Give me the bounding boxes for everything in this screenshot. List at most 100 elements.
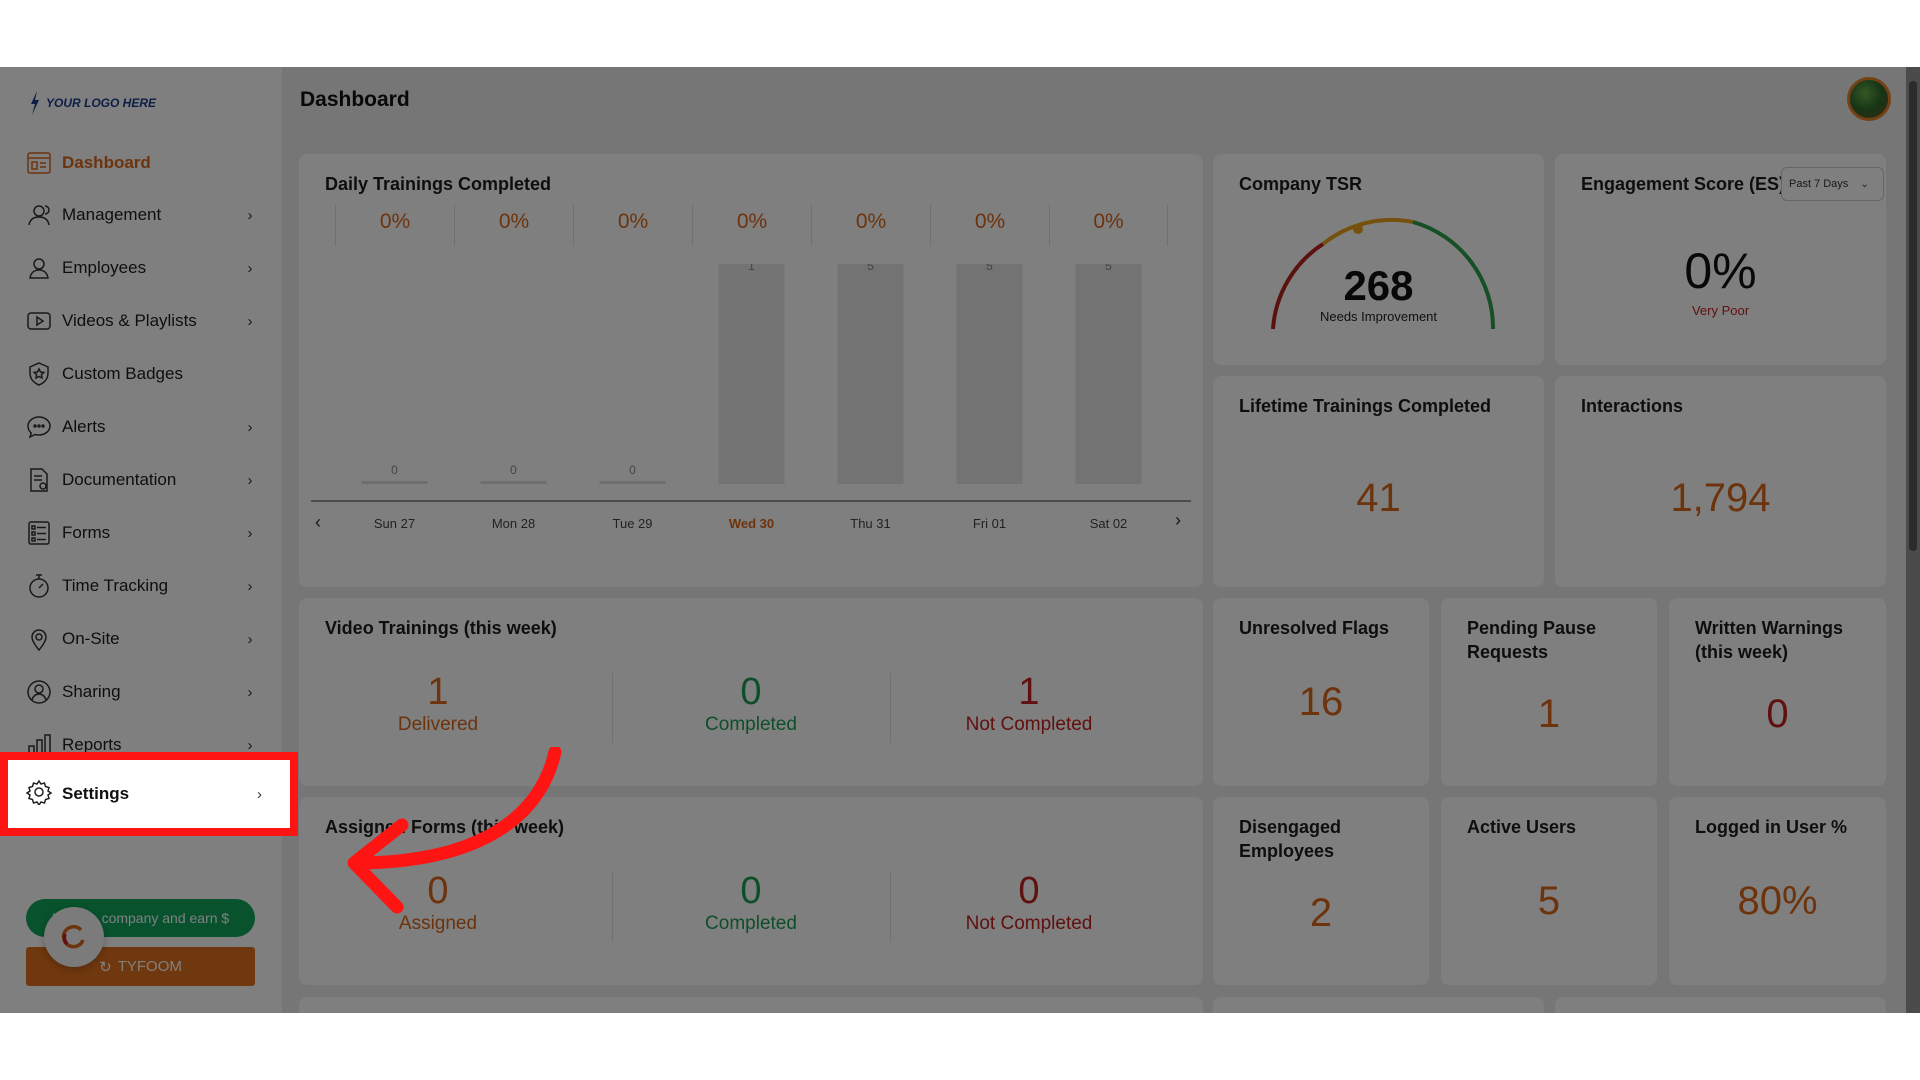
- date-range-select[interactable]: Past 7 Days ⌄: [1781, 167, 1884, 201]
- active-users-card: Active Users 5: [1441, 797, 1657, 985]
- chevron-right-icon: ›: [247, 418, 253, 436]
- video-completed-stat: 0 Completed: [612, 670, 890, 736]
- sidebar-item-label: Documentation: [62, 470, 177, 489]
- lifetime-value: 41: [1356, 476, 1401, 520]
- engagement-value: 0%: [1684, 243, 1757, 299]
- chevron-right-icon: ›: [247, 206, 253, 224]
- page-scrollbar[interactable]: [1906, 67, 1920, 1013]
- date-range-value: Past 7 Days: [1789, 178, 1849, 190]
- pending-pause-card: Pending Pause Requests 1: [1441, 598, 1657, 786]
- sidebar-item-documentation[interactable]: Documentation ›: [0, 454, 282, 506]
- sidebar-item-label: Forms: [62, 523, 111, 542]
- percent-value: 0%: [454, 204, 573, 246]
- chat-icon: [25, 414, 52, 441]
- app-window: YOUR LOGO HERE Dashboard Management › Em…: [0, 67, 1920, 1013]
- sidebar-item-forms[interactable]: Forms ›: [0, 507, 282, 559]
- percent-value: 0%: [692, 204, 811, 246]
- chevron-right-icon: ›: [247, 577, 253, 595]
- sidebar-item-label: On-Site: [62, 629, 120, 648]
- users-icon: [25, 202, 52, 229]
- percent-value: 0%: [1049, 204, 1168, 246]
- stat-label: Not Completed: [965, 714, 1093, 735]
- stat-label: Delivered: [397, 714, 479, 735]
- percent-row: 0% 0% 0% 0% 0% 0% 0%: [335, 204, 1168, 246]
- next-card-partial: [1213, 997, 1544, 1013]
- sidebar-item-videos[interactable]: Videos & Playlists ›: [0, 295, 282, 347]
- card-title: Active Users: [1467, 817, 1577, 837]
- tyfoom-logo-icon: [61, 924, 85, 949]
- flags-value: 16: [1298, 680, 1344, 724]
- stopwatch-icon: [25, 573, 52, 600]
- logged-value: 80%: [1737, 879, 1818, 923]
- chevron-right-icon: ›: [247, 471, 253, 489]
- bar-value-label: 5: [1105, 264, 1112, 273]
- sidebar-item-time-tracking[interactable]: Time Tracking ›: [0, 560, 282, 612]
- share-icon: [25, 679, 52, 706]
- card-title: Disengaged Employees: [1239, 817, 1342, 861]
- user-icon: [25, 255, 52, 282]
- avatar[interactable]: [1847, 77, 1891, 121]
- daily-trainings-card: Daily Trainings Completed 0% 0% 0% 0% 0%…: [299, 154, 1203, 587]
- card-title: Engagement Score (ES): [1581, 174, 1786, 194]
- chevron-right-icon: ›: [247, 683, 253, 701]
- badge-icon: [25, 361, 52, 388]
- bar-value-label: 1: [748, 264, 755, 273]
- chevron-right-icon: ›: [247, 736, 253, 754]
- dashboard-icon: [25, 150, 52, 177]
- day-label: Tue 29: [612, 516, 653, 531]
- card-title: Written Warnings (this week): [1695, 618, 1843, 662]
- company-logo[interactable]: YOUR LOGO HERE: [28, 91, 156, 115]
- card-title: Video Trainings (this week): [325, 618, 557, 638]
- card-title: Logged in User %: [1695, 817, 1848, 837]
- sidebar-item-employees[interactable]: Employees ›: [0, 242, 282, 294]
- card-title: Lifetime Trainings Completed: [1239, 396, 1492, 416]
- stat-label: Not Completed: [965, 913, 1093, 934]
- card-title: Daily Trainings Completed: [325, 174, 552, 194]
- active-value: 5: [1537, 879, 1561, 923]
- sidebar-item-label: Time Tracking: [62, 576, 169, 595]
- card-title: Pending Pause Requests: [1467, 618, 1597, 662]
- help-widget-button[interactable]: [44, 907, 104, 967]
- sidebar-item-label: Employees: [62, 258, 147, 277]
- day-label: Sun 27: [373, 516, 416, 531]
- logo-text: YOUR LOGO HERE: [46, 96, 157, 110]
- chevron-right-icon: ›: [247, 630, 253, 648]
- stat-label: Completed: [705, 714, 797, 735]
- sidebar-item-label: Sharing: [62, 682, 121, 701]
- chevron-right-icon[interactable]: ›: [1175, 510, 1181, 531]
- chart-baseline: [311, 500, 1191, 502]
- chart-bar: [1075, 264, 1142, 484]
- sidebar-item-label: Videos & Playlists: [62, 311, 197, 330]
- day-label: Thu 31: [850, 516, 891, 531]
- percent-value: 0%: [335, 204, 454, 246]
- sidebar-item-sharing[interactable]: Sharing ›: [0, 666, 282, 718]
- interactions-value: 1,794: [1670, 476, 1771, 520]
- written-warnings-card: Written Warnings (this week) 0: [1669, 598, 1886, 786]
- tutorial-arrow: [347, 747, 562, 914]
- chart-bar: [718, 264, 785, 484]
- sidebar-item-alerts[interactable]: Alerts ›: [0, 401, 282, 453]
- chart-bar: [361, 481, 428, 484]
- bar-value-label: 5: [867, 264, 874, 273]
- sidebar-item-settings[interactable]: Settings ›: [0, 752, 298, 836]
- sidebar-item-management[interactable]: Management ›: [0, 189, 282, 241]
- sidebar-item-label: Management: [62, 205, 162, 224]
- chevron-down-icon: ⌄: [1860, 178, 1869, 190]
- bar-value-label: 0: [629, 463, 636, 477]
- chevron-left-icon[interactable]: ‹: [315, 512, 321, 533]
- day-label: Mon 28: [491, 516, 536, 531]
- scrollbar-thumb[interactable]: [1909, 81, 1917, 551]
- disengaged-employees-card: Disengaged Employees 2: [1213, 797, 1429, 985]
- sidebar-item-custom-badges[interactable]: Custom Badges: [0, 348, 282, 400]
- sidebar-item-on-site[interactable]: On-Site ›: [0, 613, 282, 665]
- chevron-right-icon: ›: [247, 259, 253, 277]
- chart-bar: [480, 481, 547, 484]
- engagement-status: Very Poor: [1691, 303, 1750, 318]
- percent-value: 0%: [930, 204, 1049, 246]
- sidebar-item-dashboard[interactable]: Dashboard: [0, 137, 282, 189]
- logged-in-card: Logged in User % 80%: [1669, 797, 1886, 985]
- sidebar-item-label: Settings: [62, 784, 130, 803]
- stat-value: 1: [427, 671, 449, 713]
- stat-label: Completed: [705, 913, 797, 934]
- document-icon: [25, 467, 52, 494]
